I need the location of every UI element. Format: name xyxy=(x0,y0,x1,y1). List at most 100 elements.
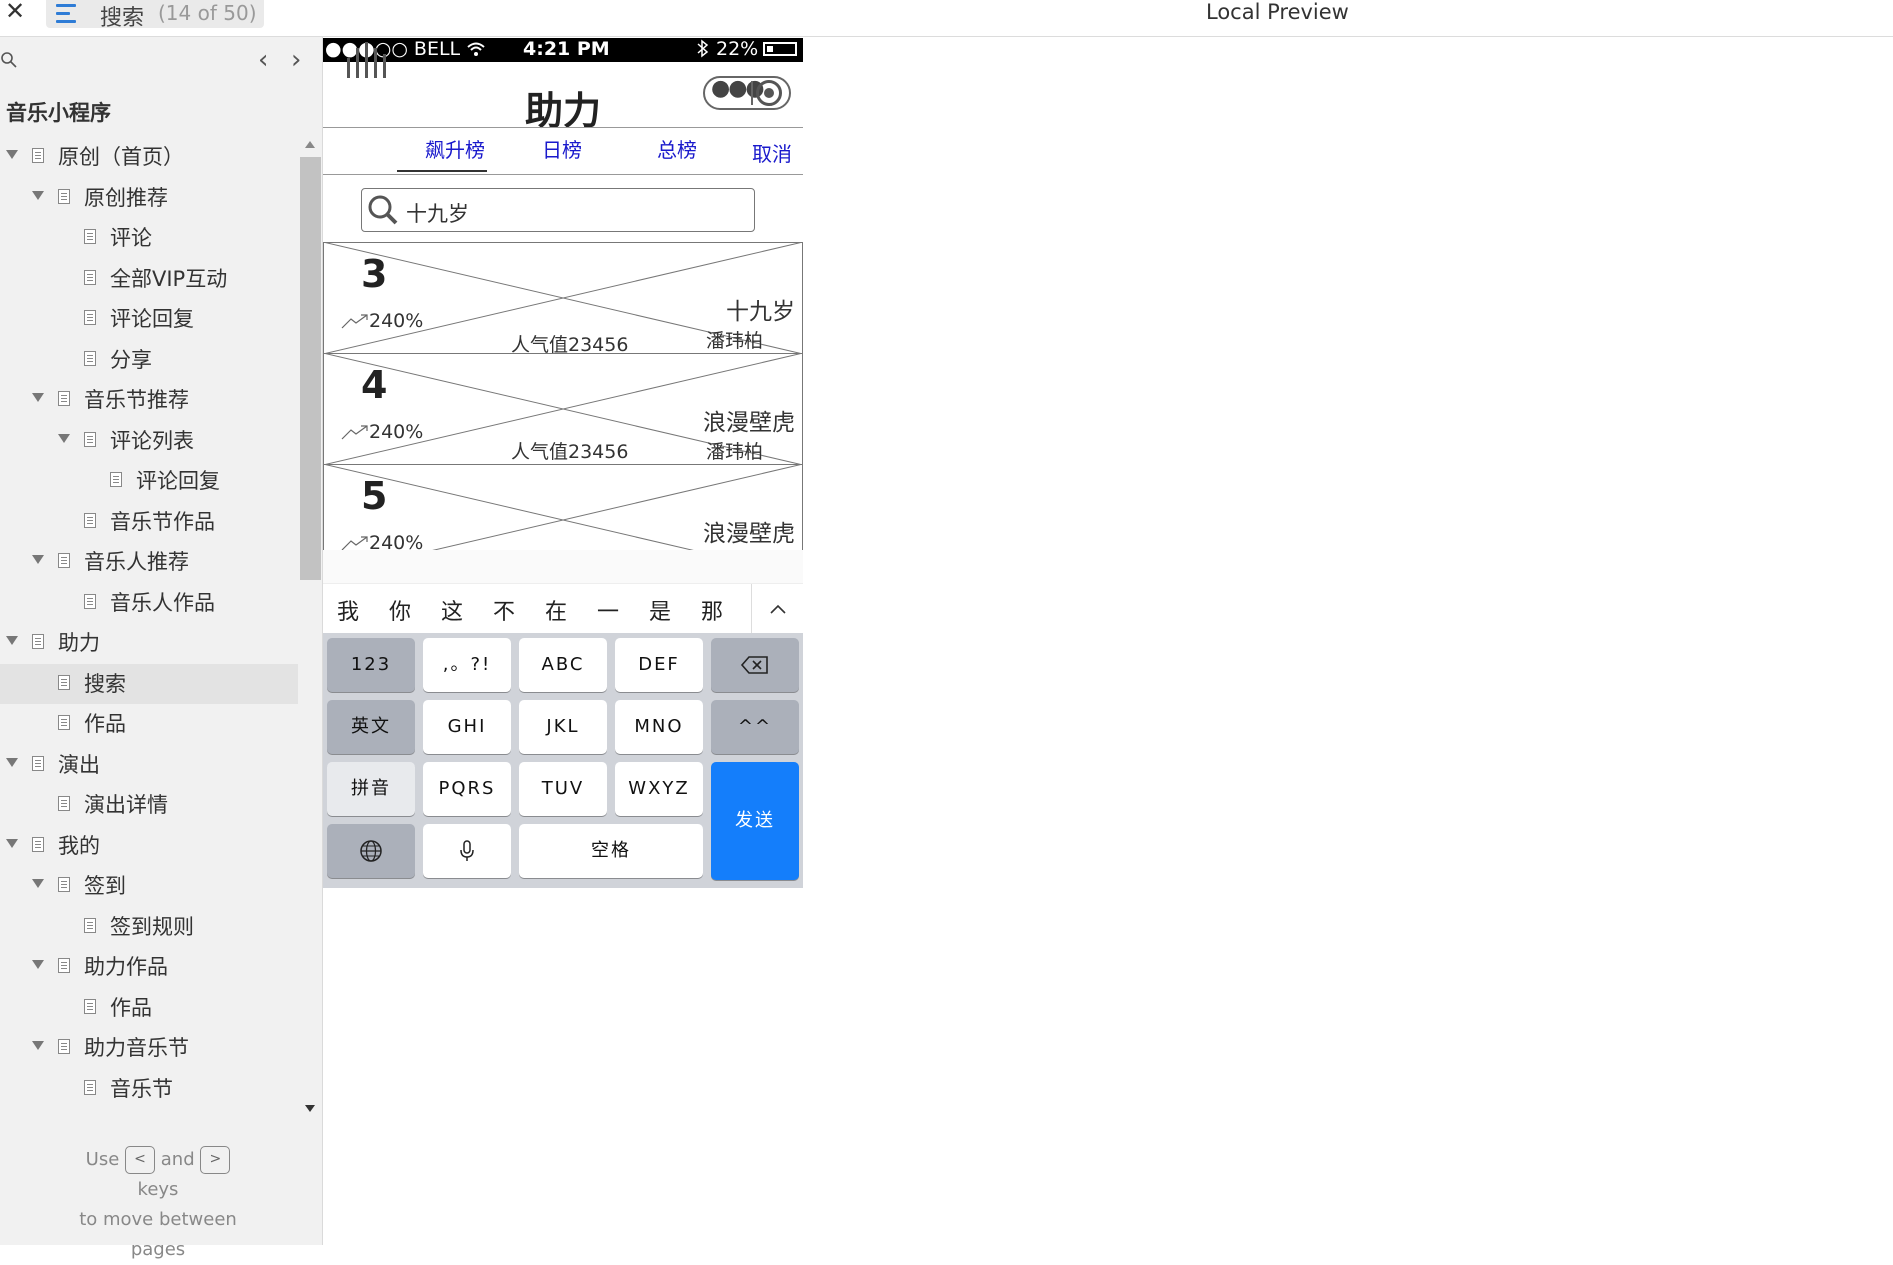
backspace-key[interactable] xyxy=(711,638,799,692)
tab-soaring[interactable]: 飙升榜 xyxy=(425,134,485,163)
key-punctuation[interactable]: ,。?! xyxy=(423,638,511,692)
sidebar-item[interactable]: 音乐节推荐 xyxy=(0,380,298,420)
sidebar-item[interactable]: 助力作品 xyxy=(0,947,298,987)
sidebar-item-label: 音乐节作品 xyxy=(110,509,215,534)
sidebar-item[interactable]: 签到规则 xyxy=(0,907,298,947)
page-selector[interactable]: 搜索 (14 of 50) xyxy=(46,0,264,31)
search-icon xyxy=(368,195,398,225)
sidebar-item-label: 音乐节推荐 xyxy=(84,388,189,412)
close-target-icon[interactable] xyxy=(756,80,782,106)
globe-key[interactable] xyxy=(327,824,415,878)
expand-arrow-icon[interactable] xyxy=(32,393,44,402)
candidate[interactable]: 我 xyxy=(337,594,359,626)
sidebar-item[interactable]: 评论列表 xyxy=(0,421,298,461)
sidebar-item[interactable]: 原创（首页） xyxy=(0,137,298,177)
space-key[interactable]: 空格 xyxy=(519,824,703,878)
sidebar-item-label: 评论回复 xyxy=(136,469,220,493)
list-item[interactable]: 4 240% 人气值23456 浪漫壁虎 潘玮柏 xyxy=(323,353,803,465)
sidebar-item[interactable]: 音乐人推荐 xyxy=(0,542,298,582)
send-button[interactable]: 发送 xyxy=(711,762,799,880)
candidate[interactable]: 你 xyxy=(389,594,411,626)
key-jkl[interactable]: JKL xyxy=(519,700,607,754)
sidebar-item[interactable]: 作品 xyxy=(0,988,298,1028)
trend-value: 240% xyxy=(369,421,424,443)
page-icon xyxy=(32,836,44,852)
candidate-bar: 我 你 这 不 在 一 是 那 xyxy=(323,583,803,634)
more-icon[interactable]: ●●● xyxy=(711,76,765,101)
sidebar-item[interactable]: 音乐人作品 xyxy=(0,583,298,623)
hint-line3: pages xyxy=(130,1239,186,1260)
hint-use: Use xyxy=(85,1149,120,1170)
sidebar-item[interactable]: 演出 xyxy=(0,745,298,785)
expand-arrow-icon[interactable] xyxy=(32,960,44,969)
sidebar-item[interactable]: 音乐节 xyxy=(0,1069,298,1109)
candidate[interactable]: 这 xyxy=(441,594,463,626)
scroll-up-arrow-icon[interactable] xyxy=(305,141,315,148)
expand-arrow-icon[interactable] xyxy=(6,757,18,767)
expand-arrow-icon[interactable] xyxy=(32,190,44,200)
list-item[interactable]: 3 240% 人气值23456 十九岁 潘玮柏 xyxy=(323,242,803,356)
key-ghi[interactable]: GHI xyxy=(423,700,511,754)
key-123[interactable]: 123 xyxy=(327,638,415,692)
sidebar: ‹ › 音乐小程序 原创（首页） 原创推荐 评论 全部VIP互动 评论回复 分享 音乐节推荐… xyxy=(0,37,323,1260)
rank-number: 4 xyxy=(361,363,388,407)
sidebar-item[interactable]: 我的 xyxy=(0,826,298,866)
expand-arrow-icon[interactable] xyxy=(6,636,18,645)
search-icon[interactable] xyxy=(0,51,18,69)
key-pqrs[interactable]: PQRS xyxy=(423,762,511,816)
list-item[interactable]: 5 240% 浪漫壁虎 xyxy=(323,464,803,550)
expand-arrow-icon[interactable] xyxy=(32,555,44,564)
next-page-icon[interactable]: › xyxy=(291,45,301,75)
candidate[interactable]: 不 xyxy=(493,594,515,626)
tab-total[interactable]: 总榜 xyxy=(657,134,697,163)
sidebar-item[interactable]: 评论回复 xyxy=(0,461,298,501)
collapse-candidates-button[interactable] xyxy=(751,584,803,634)
sidebar-item[interactable]: 搜索 xyxy=(0,663,298,704)
sidebar-item[interactable]: 助力音乐节 xyxy=(0,1028,298,1068)
candidate[interactable]: 一 xyxy=(597,594,619,626)
cancel-button[interactable]: 取消 xyxy=(752,138,792,167)
sidebar-item[interactable]: 评论 xyxy=(0,218,298,258)
key-def[interactable]: DEF xyxy=(615,638,703,692)
expand-arrow-icon[interactable] xyxy=(32,879,44,888)
expand-arrow-icon[interactable] xyxy=(6,838,18,848)
close-button[interactable]: ✕ xyxy=(5,0,25,25)
previous-page-icon[interactable]: ‹ xyxy=(258,45,268,75)
microphone-key[interactable] xyxy=(423,824,511,878)
sidebar-scrollbar[interactable] xyxy=(300,137,321,1127)
candidate[interactable]: 在 xyxy=(545,594,567,626)
sidebar-item-label: 分享 xyxy=(110,347,152,372)
sidebar-item[interactable]: 助力 xyxy=(0,623,298,663)
mini-program-capsule[interactable]: ●●● xyxy=(703,76,791,110)
scroll-down-arrow-icon[interactable] xyxy=(305,1105,315,1112)
candidate[interactable]: 那 xyxy=(701,594,723,626)
keyboard-gap xyxy=(323,550,803,583)
key-tuv[interactable]: TUV xyxy=(519,762,607,816)
sidebar-item[interactable]: 演出详情 xyxy=(0,785,298,825)
carrier-text: ●●●○○ BELL xyxy=(325,38,461,60)
tab-daily[interactable]: 日榜 xyxy=(542,134,582,163)
sidebar-item[interactable]: 音乐节作品 xyxy=(0,502,298,542)
key-emoji[interactable]: ^^ xyxy=(711,700,799,754)
candidate[interactable]: 是 xyxy=(649,594,671,626)
expand-arrow-icon[interactable] xyxy=(6,150,18,159)
key-wxyz[interactable]: WXYZ xyxy=(615,762,703,816)
key-mno[interactable]: MNO xyxy=(615,700,703,754)
artist-name: 潘玮柏 xyxy=(705,330,763,352)
sidebar-item[interactable]: 原创推荐 xyxy=(0,178,298,218)
key-pinyin[interactable]: 拼音 xyxy=(327,762,415,816)
scroll-thumb[interactable] xyxy=(300,157,321,580)
sidebar-item[interactable]: 作品 xyxy=(0,704,298,744)
key-english[interactable]: 英文 xyxy=(327,700,415,754)
search-input[interactable]: 十九岁 xyxy=(361,188,755,232)
sidebar-item[interactable]: 全部VIP互动 xyxy=(0,259,298,299)
hint-line2: to move between xyxy=(79,1209,237,1230)
expand-arrow-icon[interactable] xyxy=(32,1041,44,1050)
expand-arrow-icon[interactable] xyxy=(58,433,70,443)
key-abc[interactable]: ABC xyxy=(519,638,607,692)
sidebar-item[interactable]: 签到 xyxy=(0,866,298,906)
menu-icon[interactable] xyxy=(56,4,76,28)
status-bar: ●●●○○ BELL 4:21 PM 22% xyxy=(323,38,803,62)
sidebar-item[interactable]: 评论回复 xyxy=(0,299,298,339)
sidebar-item[interactable]: 分享 xyxy=(0,340,298,380)
